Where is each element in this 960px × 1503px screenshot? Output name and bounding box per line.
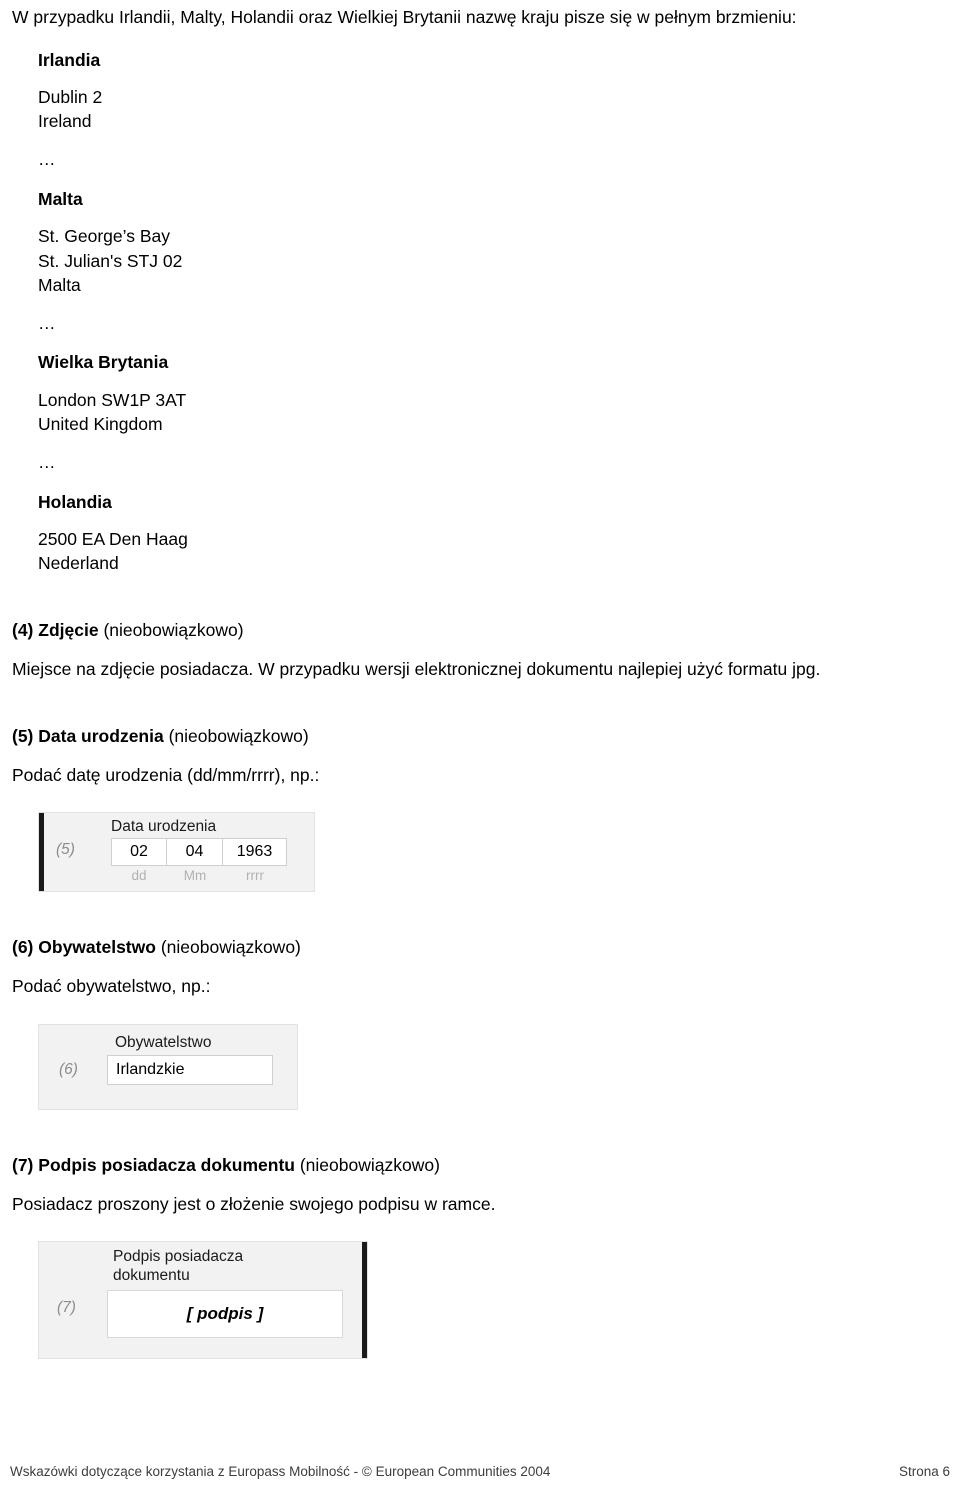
section-body-citizenship: Podać obywatelstwo, np.:: [12, 976, 211, 997]
address-line: Ireland: [38, 111, 92, 132]
section-optional-note: (nieobowiązkowo): [103, 620, 244, 641]
address-line: Dublin 2: [38, 87, 103, 108]
country-name: Malta: [38, 188, 83, 209]
ellipsis-separator: …: [38, 452, 57, 473]
address-line: St. George’s Bay: [38, 226, 170, 247]
month-hint: Mm: [183, 868, 207, 884]
document-page: W przypadku Irlandii, Malty, Holandii or…: [0, 6, 960, 1503]
section-heading-birthdate: (5) Data urodzenia (nieobowiązkowo): [10, 725, 950, 748]
country-name: Holandia: [38, 491, 112, 512]
address-line: London SW1P 3AT: [38, 389, 187, 410]
section-optional-note: (nieobowiązkowo): [168, 725, 309, 746]
day-input[interactable]: 02: [111, 838, 167, 867]
section-title: Podpis posiadacza dokumentu: [38, 1154, 295, 1175]
section-heading-photo: (4) Zdjęcie (nieobowiązkowo): [10, 619, 950, 642]
address-line: Nederland: [38, 553, 119, 574]
section-body-signature: Posiadacz proszony jest o złożenie swoje…: [12, 1193, 496, 1214]
section-number: (5): [12, 725, 34, 746]
box-accent-bar: [362, 1242, 367, 1359]
birthdate-input-group: 02 04 1963: [111, 838, 287, 867]
address-line: Malta: [38, 274, 81, 295]
section-title: Data urodzenia: [38, 725, 164, 746]
birthdate-hints: dd Mm rrrr: [111, 868, 287, 883]
address-example-irlandia: Irlandia Dublin 2 Ireland: [38, 49, 950, 134]
field-tag: (7): [57, 1299, 76, 1317]
box-accent-bar: [39, 813, 44, 892]
ellipsis-separator: …: [38, 149, 57, 170]
day-hint: dd: [131, 868, 147, 884]
section-number: (6): [12, 937, 34, 958]
birthdate-form-box: (5) Data urodzenia 02 04 1963 dd Mm rrrr: [38, 812, 315, 893]
month-input[interactable]: 04: [167, 838, 223, 867]
year-input[interactable]: 1963: [223, 838, 287, 867]
page-footer: Wskazówki dotyczące korzystania z Europa…: [10, 1464, 950, 1479]
section-number: (7): [12, 1154, 34, 1175]
signature-input[interactable]: [ podpis ]: [107, 1290, 343, 1339]
section-body-birthdate: Podać datę urodzenia (dd/mm/rrrr), np.:: [12, 764, 320, 785]
field-tag: (6): [59, 1060, 78, 1078]
address-example-holandia: Holandia 2500 EA Den Haag Nederland: [38, 491, 950, 576]
country-name: Irlandia: [38, 49, 101, 70]
address-line: St. Julian's STJ 02: [38, 250, 183, 271]
footer-copyright: Wskazówki dotyczące korzystania z Europa…: [10, 1464, 551, 1479]
citizenship-input[interactable]: Irlandzkie: [107, 1054, 273, 1085]
ellipsis-separator: …: [38, 312, 57, 333]
signature-form-box: (7) Podpis posiadacza dokumentu [ podpis…: [38, 1241, 368, 1360]
address-example-malta: Malta St. George’s Bay St. Julian's STJ …: [38, 188, 950, 297]
section-title: Obywatelstwo: [38, 937, 156, 958]
section-heading-citizenship: (6) Obywatelstwo (nieobowiązkowo): [10, 936, 950, 959]
section-number: (4): [12, 620, 34, 641]
section-optional-note: (nieobowiązkowo): [160, 937, 301, 958]
address-example-wielka-brytania: Wielka Brytania London SW1P 3AT United K…: [38, 354, 950, 436]
birthdate-field-label: Data urodzenia: [111, 818, 217, 836]
address-line: United Kingdom: [38, 413, 163, 434]
address-examples: Irlandia Dublin 2 Ireland … Malta St. Ge…: [10, 49, 950, 576]
section-body-photo: Miejsce na zdjęcie posiadacza. W przypad…: [12, 659, 821, 680]
address-line: 2500 EA Den Haag: [38, 529, 188, 550]
country-name: Wielka Brytania: [38, 352, 169, 373]
section-optional-note: (nieobowiązkowo): [299, 1154, 440, 1175]
citizenship-field-label: Obywatelstwo: [115, 1033, 212, 1051]
field-tag: (5): [56, 841, 75, 859]
year-hint: rrrr: [246, 868, 264, 884]
footer-page-number: Strona 6: [898, 1464, 950, 1479]
intro-paragraph: W przypadku Irlandii, Malty, Holandii or…: [12, 7, 797, 27]
section-title: Zdjęcie: [38, 620, 99, 641]
citizenship-form-box: (6) Obywatelstwo Irlandzkie: [38, 1023, 298, 1110]
section-heading-signature: (7) Podpis posiadacza dokumentu (nieobow…: [10, 1154, 950, 1177]
signature-field-label: Podpis posiadacza dokumentu: [113, 1248, 244, 1285]
